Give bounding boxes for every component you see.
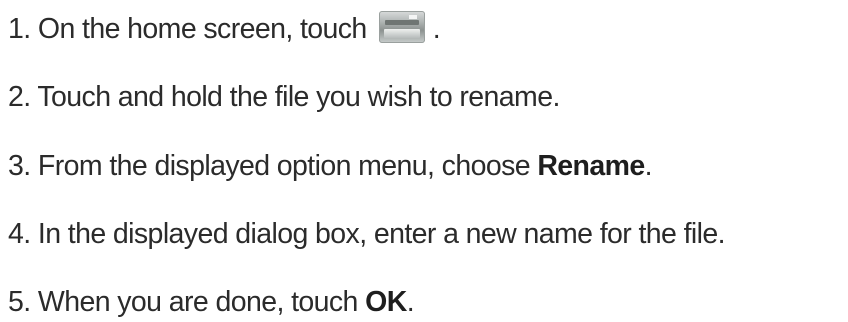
file-manager-app-icon [378, 11, 425, 44]
step-2: 2. Touch and hold the file you wish to r… [8, 77, 560, 117]
rename-option-label: Rename [537, 150, 645, 182]
step-1: 1. On the home screen, touch. [8, 9, 441, 49]
step-text-end: . [432, 13, 441, 45]
step-text: From the displayed option menu, choose [37, 150, 538, 182]
step-4: 4. In the displayed dialog box, enter a … [8, 214, 726, 254]
step-text-end: . [644, 150, 653, 182]
step-number: 1. [8, 13, 31, 45]
step-text: Touch and hold the file you wish to rena… [37, 81, 560, 113]
step-3: 3. From the displayed option menu, choos… [8, 146, 653, 186]
step-text: On the home screen, touch [37, 13, 367, 45]
step-number: 5. [8, 286, 31, 318]
ok-button-label: OK [365, 286, 407, 318]
step-text: When you are done, touch [37, 286, 366, 318]
step-number: 2. [8, 81, 31, 113]
step-text-end: . [406, 286, 415, 318]
step-number: 3. [8, 150, 31, 182]
step-text: In the displayed dialog box, enter a new… [37, 218, 726, 250]
step-5: 5. When you are done, touch OK. [8, 282, 415, 322]
step-number: 4. [8, 218, 31, 250]
